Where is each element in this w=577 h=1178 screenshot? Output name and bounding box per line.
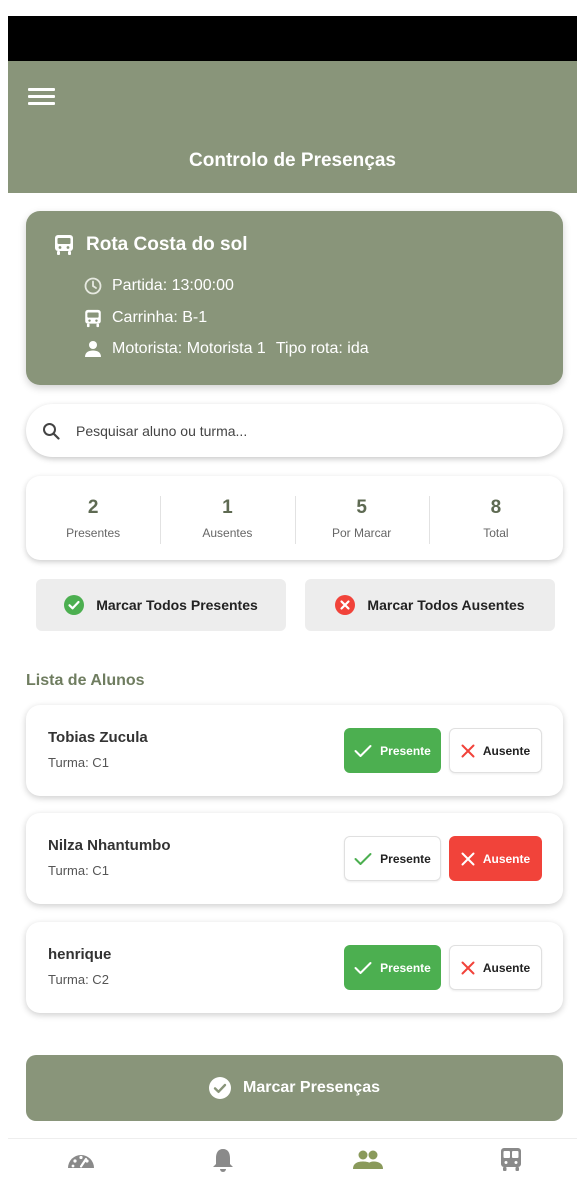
hamburger-menu-icon[interactable] bbox=[28, 86, 56, 108]
student-name: Tobias Zucula bbox=[48, 729, 148, 746]
close-icon bbox=[461, 961, 475, 974]
notifications-icon[interactable] bbox=[206, 1145, 240, 1175]
close-icon bbox=[461, 852, 475, 865]
student-class: Turma: C2 bbox=[48, 972, 109, 987]
attendance-stats: 2 Presentes 1 Ausentes 5 Por Marcar 8 To… bbox=[26, 476, 563, 560]
person-icon bbox=[85, 341, 101, 357]
stat-label: Total bbox=[483, 526, 509, 540]
student-card: Tobias Zucula Turma: C1 Presente Ausente bbox=[26, 705, 563, 796]
absent-button[interactable]: Ausente bbox=[449, 728, 542, 773]
mark-all-present-button[interactable]: Marcar Todos Presentes bbox=[36, 579, 286, 631]
present-button[interactable]: Presente bbox=[344, 945, 441, 990]
student-list-title: Lista de Alunos bbox=[26, 672, 145, 689]
mark-all-absent-label: Marcar Todos Ausentes bbox=[367, 597, 525, 613]
bus-icon bbox=[85, 309, 101, 327]
clock-icon bbox=[84, 277, 102, 295]
check-circle-icon bbox=[64, 595, 85, 615]
cancel-circle-icon bbox=[335, 595, 356, 615]
route-driver: Motorista: Motorista 1 Tipo rota: ida bbox=[84, 338, 369, 360]
stat-value: 8 bbox=[490, 497, 502, 518]
search-bar bbox=[26, 404, 563, 457]
stat-label: Por Marcar bbox=[331, 526, 392, 540]
route-vehicle: Carrinha: B-1 bbox=[84, 307, 207, 329]
checkmark-icon bbox=[354, 961, 372, 974]
student-name: Nilza Nhantumbo bbox=[48, 837, 171, 854]
present-label: Presente bbox=[380, 743, 431, 758]
mark-all-present-label: Marcar Todos Presentes bbox=[96, 597, 258, 613]
app-bar bbox=[8, 61, 577, 193]
stat-absent: 1 Ausentes bbox=[160, 496, 294, 544]
absent-label: Ausente bbox=[482, 743, 531, 758]
route-departure: Partida: 13:00:00 bbox=[84, 275, 234, 297]
absent-label: Ausente bbox=[482, 851, 531, 866]
check-circle-icon bbox=[209, 1077, 231, 1099]
search-icon bbox=[43, 422, 60, 440]
search-input[interactable] bbox=[74, 421, 518, 440]
present-label: Presente bbox=[380, 851, 431, 866]
present-button[interactable]: Presente bbox=[344, 836, 441, 881]
stat-value: 2 bbox=[87, 497, 99, 518]
route-type-text: Tipo rota: ida bbox=[275, 340, 369, 357]
absent-button[interactable]: Ausente bbox=[449, 945, 542, 990]
page-title: Controlo de Presenças bbox=[189, 150, 396, 171]
stat-total: 8 Total bbox=[428, 496, 563, 544]
vehicle-text: Carrinha: B-1 bbox=[112, 309, 208, 326]
student-class: Turma: C1 bbox=[48, 755, 109, 770]
present-label: Presente bbox=[380, 960, 431, 975]
student-name: henrique bbox=[48, 946, 112, 963]
absent-label: Ausente bbox=[482, 960, 531, 975]
stat-value: 5 bbox=[356, 497, 367, 518]
departure-text: Partida: 13:00:00 bbox=[112, 277, 234, 294]
dashboard-icon[interactable] bbox=[64, 1145, 98, 1175]
driver-text: Motorista: Motorista 1 bbox=[112, 340, 266, 357]
checkmark-icon bbox=[354, 852, 372, 865]
student-class: Turma: C1 bbox=[48, 863, 109, 878]
submit-label: Marcar Presenças bbox=[243, 1079, 380, 1096]
bus-icon[interactable] bbox=[494, 1145, 528, 1175]
student-card: henrique Turma: C2 Presente Ausente bbox=[26, 922, 563, 1013]
stat-pending: 5 Por Marcar bbox=[294, 496, 429, 544]
stat-present: 2 Presentes bbox=[26, 496, 160, 540]
students-icon[interactable] bbox=[351, 1145, 385, 1175]
absent-button[interactable]: Ausente bbox=[449, 836, 542, 881]
close-icon bbox=[461, 744, 475, 757]
student-card: Nilza Nhantumbo Turma: C1 Presente Ausen… bbox=[26, 813, 563, 904]
stat-label: Ausentes bbox=[202, 526, 253, 540]
stat-label: Presentes bbox=[66, 526, 121, 540]
bottom-navigation bbox=[8, 1138, 577, 1178]
present-button[interactable]: Presente bbox=[344, 728, 441, 773]
stat-value: 1 bbox=[222, 497, 233, 518]
route-title: Rota Costa do sol bbox=[54, 233, 248, 257]
submit-attendance-button[interactable]: Marcar Presenças bbox=[26, 1055, 563, 1121]
status-bar bbox=[8, 16, 577, 61]
route-name: Rota Costa do sol bbox=[86, 234, 248, 255]
checkmark-icon bbox=[354, 744, 372, 757]
bus-icon bbox=[55, 235, 73, 255]
mark-all-absent-button[interactable]: Marcar Todos Ausentes bbox=[305, 579, 555, 631]
